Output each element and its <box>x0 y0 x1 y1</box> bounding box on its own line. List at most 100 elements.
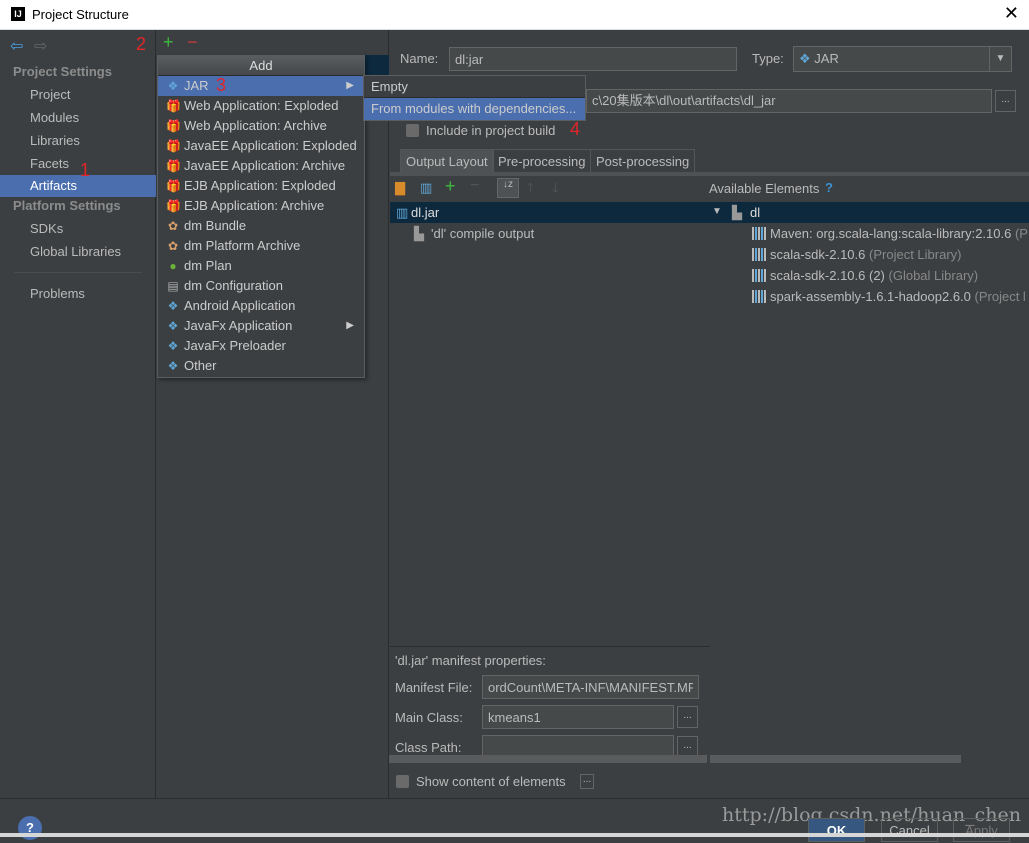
output-directory-input[interactable]: c\20集版本\dl\out\artifacts\dl_jar <box>586 89 992 113</box>
main-class-label: Main Class: <box>395 710 463 725</box>
sort-icon[interactable]: ↓z <box>497 178 519 198</box>
library-icon <box>752 248 766 261</box>
menu-item-other[interactable]: ❖ Other <box>158 356 364 376</box>
menu-item-javaee-application-archive[interactable]: 🎁 JavaEE Application: Archive <box>158 156 364 176</box>
tab-underline <box>390 172 1029 176</box>
menu-item-dm-bundle[interactable]: ✿ dm Bundle <box>158 216 364 236</box>
type-value: JAR <box>814 51 839 66</box>
menu-item-javafx-preloader[interactable]: ❖ JavaFx Preloader <box>158 336 364 356</box>
menu-item-web-application-archive[interactable]: 🎁 Web Application: Archive <box>158 116 364 136</box>
dm-bundle-icon: ✿ <box>167 219 179 233</box>
help-icon[interactable]: ? <box>825 180 833 195</box>
jar-submenu: Empty From modules with dependencies... <box>363 75 586 121</box>
class-path-label: Class Path: <box>395 740 462 755</box>
remove-element-icon[interactable]: − <box>470 177 479 195</box>
ok-button[interactable]: OK <box>808 818 865 842</box>
menu-item-jar[interactable]: ❖ JAR ▶ <box>158 76 364 96</box>
archive-icon[interactable]: ▥ <box>420 180 432 196</box>
ejb-icon: 🎁 <box>166 179 181 193</box>
sidebar-item-project[interactable]: Project <box>0 84 156 106</box>
menu-item-empty[interactable]: Empty <box>364 76 585 98</box>
menu-item-label: EJB Application: Exploded <box>184 178 336 193</box>
main-class-input[interactable] <box>482 705 674 729</box>
menu-item-from-modules[interactable]: From modules with dependencies... <box>364 98 585 120</box>
selected-artifact-row[interactable] <box>365 55 389 75</box>
module-node[interactable]: dl <box>750 205 760 220</box>
available-library[interactable]: Maven: org.scala-lang:scala-library:2.10… <box>752 226 1028 241</box>
new-folder-icon[interactable]: ▇ <box>395 180 405 196</box>
menu-item-dm-platform-archive[interactable]: ✿ dm Platform Archive <box>158 236 364 256</box>
menu-item-dm-plan[interactable]: ● dm Plan <box>158 256 364 276</box>
add-icon[interactable]: + <box>163 32 174 53</box>
library-icon <box>752 269 766 282</box>
library-note: (Project Library) <box>869 247 962 262</box>
sidebar-item-artifacts[interactable]: Artifacts <box>0 175 156 197</box>
splitter[interactable] <box>390 646 710 647</box>
available-library[interactable]: scala-sdk-2.10.6 (2) (Global Library) <box>752 268 978 283</box>
expand-icon[interactable]: ▼ <box>712 206 722 217</box>
module-folder-icon: ▙ <box>732 205 742 220</box>
horizontal-scrollbar[interactable] <box>389 755 707 763</box>
tab-pre-processing[interactable]: Pre-processing <box>492 149 592 172</box>
menu-item-label: JavaEE Application: Archive <box>184 158 346 173</box>
available-library[interactable]: spark-assembly-1.6.1-hadoop2.6.0 (Projec… <box>752 289 1026 304</box>
include-in-build-checkbox[interactable] <box>406 124 419 137</box>
menu-item-javaee-application-exploded[interactable]: 🎁 JavaEE Application: Exploded <box>158 136 364 156</box>
chevron-down-icon[interactable]: ▼ <box>989 47 1011 71</box>
remove-icon[interactable]: − <box>187 32 198 53</box>
output-path-value: c\20集版本\dl\out\artifacts\dl_jar <box>592 93 776 108</box>
close-icon[interactable]: ✕ <box>1004 3 1019 24</box>
menu-item-label: JavaFx Application <box>184 318 293 333</box>
menu-item-ejb-application-exploded[interactable]: 🎁 EJB Application: Exploded <box>158 176 364 196</box>
layout-child[interactable]: 'dl' compile output <box>431 226 534 241</box>
submenu-arrow-icon: ▶ <box>346 320 354 331</box>
library-note: (P <box>1014 226 1028 241</box>
menu-item-android-application[interactable]: ❖ Android Application <box>158 296 364 316</box>
divider <box>14 272 142 273</box>
browse-output-button[interactable]: ... <box>995 90 1016 112</box>
include-in-build-label: Include in project build <box>426 123 556 138</box>
apply-button[interactable]: Apply <box>953 818 1010 842</box>
available-library[interactable]: scala-sdk-2.10.6 (Project Library) <box>752 247 961 262</box>
tab-output-layout[interactable]: Output Layout <box>400 149 494 172</box>
annotation-4: 4 <box>570 119 581 139</box>
annotation-3: 3 <box>216 75 227 95</box>
sidebar-item-sdks[interactable]: SDKs <box>0 218 156 240</box>
move-down-icon[interactable]: 🡓 <box>552 179 559 201</box>
layout-root[interactable]: dl.jar <box>411 205 439 220</box>
menu-item-ejb-application-archive[interactable]: 🎁 EJB Application: Archive <box>158 196 364 216</box>
forward-arrow-icon[interactable]: ⇨ <box>34 36 47 56</box>
browse-main-class-button[interactable]: ... <box>677 706 698 728</box>
type-select[interactable]: ❖ JAR ▼ <box>793 46 1012 72</box>
show-content-checkbox[interactable] <box>396 775 409 788</box>
sidebar-item-libraries[interactable]: Libraries <box>0 130 156 152</box>
left-sidebar: ⇦ ⇨ 2 Project Settings Project Modules L… <box>0 30 156 798</box>
project-settings-header: Project Settings <box>13 64 112 79</box>
window-bottom-edge <box>0 833 1029 837</box>
selected-layout-row <box>390 202 1029 223</box>
horizontal-scrollbar-right[interactable] <box>710 755 961 763</box>
manifest-file-input[interactable] <box>482 675 699 699</box>
move-up-icon[interactable]: 🡑 <box>527 179 534 201</box>
javaee-icon: 🎁 <box>166 159 181 173</box>
menu-item-label: JavaFx Preloader <box>184 338 286 353</box>
menu-item-dm-configuration[interactable]: ▤ dm Configuration <box>158 276 364 296</box>
menu-item-label: Other <box>184 358 217 373</box>
tab-post-processing[interactable]: Post-processing <box>590 149 696 172</box>
back-arrow-icon[interactable]: ⇦ <box>10 36 23 56</box>
menu-title: Add <box>158 56 364 76</box>
add-artifact-menu: Add ❖ JAR ▶ 🎁 Web Application: Exploded 🎁 Web … <box>157 55 365 378</box>
sidebar-item-global-libraries[interactable]: Global Libraries <box>0 241 156 263</box>
name-input[interactable] <box>449 47 737 71</box>
menu-item-web-application-exploded[interactable]: 🎁 Web Application: Exploded <box>158 96 364 116</box>
window-title: Project Structure <box>32 7 129 22</box>
cancel-button[interactable]: Cancel <box>881 818 938 842</box>
menu-item-javafx-application[interactable]: ❖ JavaFx Application ▶ <box>158 316 364 336</box>
sidebar-item-problems[interactable]: Problems <box>0 283 156 305</box>
show-content-options-button[interactable]: ... <box>580 774 594 789</box>
sidebar-item-modules[interactable]: Modules <box>0 107 156 129</box>
sidebar-item-facets[interactable]: Facets <box>0 153 156 175</box>
manifest-title: 'dl.jar' manifest properties: <box>395 653 546 668</box>
add-element-icon[interactable]: + <box>445 176 456 197</box>
library-name: Maven: org.scala-lang:scala-library:2.10… <box>770 226 1012 241</box>
